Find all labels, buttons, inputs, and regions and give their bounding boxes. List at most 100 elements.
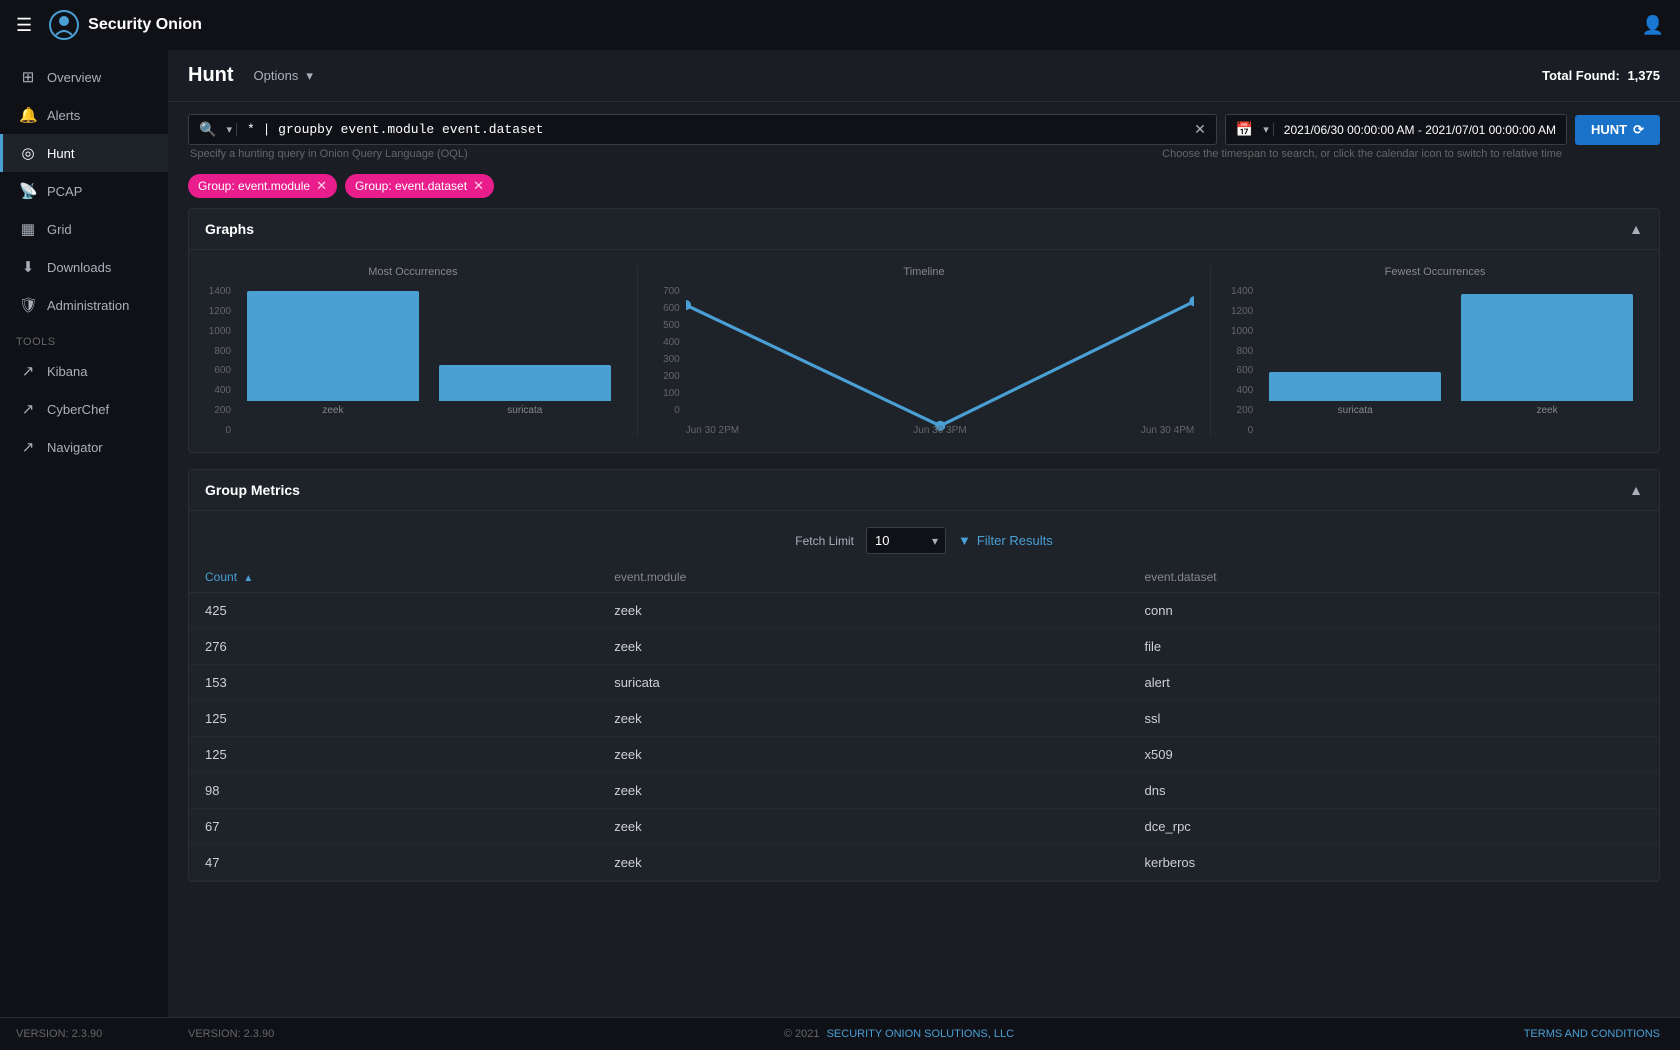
downloads-icon: ⬇ <box>19 258 37 276</box>
filter-tags: Group: event.module ✕ Group: event.datas… <box>168 168 1680 208</box>
total-found: Total Found: 1,375 <box>1542 68 1660 83</box>
bar-suricata-fill <box>439 365 611 401</box>
fetch-limit-select[interactable]: 10 25 50 100 <box>866 527 946 554</box>
cell-dataset-1: file <box>1129 629 1659 665</box>
navigator-icon: ↗ <box>19 438 37 456</box>
fewest-occurrences-graph: Fewest Occurrences 1400 1200 1000 800 60… <box>1227 266 1643 436</box>
graphs-collapse-icon[interactable]: ▲ <box>1629 221 1643 237</box>
date-hint: Choose the timespan to search, or click … <box>1162 148 1562 160</box>
fewest-occurrences-y-axis: 1400 1200 1000 800 600 400 200 0 <box>1227 286 1257 436</box>
sidebar-label-cyberchef: CyberChef <box>47 402 109 417</box>
cell-module-2: suricata <box>598 665 1128 701</box>
group-metrics-table: Count ▲ event.module event.dataset <box>189 562 1659 881</box>
sidebar-item-pcap[interactable]: 📡 PCAP <box>0 172 168 210</box>
user-icon[interactable]: 👤 <box>1642 15 1664 36</box>
sidebar: ⊞ Overview 🔔 Alerts ◎ Hunt 📡 PCAP ▦ Grid… <box>0 50 168 1050</box>
table-row[interactable]: 98 zeek dns <box>189 773 1659 809</box>
pcap-icon: 📡 <box>19 182 37 200</box>
hunt-button[interactable]: HUNT ⟳ <box>1575 115 1660 145</box>
filter-tag-event-dataset-remove[interactable]: ✕ <box>473 178 484 194</box>
fewest-occurrences-chart: 1400 1200 1000 800 600 400 200 0 <box>1227 286 1643 436</box>
sidebar-item-grid[interactable]: ▦ Grid <box>0 210 168 248</box>
topbar-left: ☰ Security Onion <box>16 9 202 41</box>
version-text: VERSION: 2.3.90 <box>16 1028 102 1040</box>
table-row[interactable]: 276 zeek file <box>189 629 1659 665</box>
cell-module-6: zeek <box>598 809 1128 845</box>
filter-tag-event-module-remove[interactable]: ✕ <box>316 178 327 194</box>
most-occurrences-y-axis: 1400 1200 1000 800 600 400 200 0 <box>205 286 235 436</box>
col-event-module[interactable]: event.module <box>598 562 1128 593</box>
sidebar-item-alerts[interactable]: 🔔 Alerts <box>0 96 168 134</box>
content-header: Hunt Options ▾ Total Found: 1,375 <box>168 50 1680 102</box>
sidebar-item-kibana[interactable]: ↗ Kibana <box>0 352 168 390</box>
graphs-section-header[interactable]: Graphs ▲ <box>189 209 1659 250</box>
sidebar-footer: VERSION: 2.3.90 <box>0 1017 168 1050</box>
table-row[interactable]: 425 zeek conn <box>189 593 1659 629</box>
sidebar-item-administration[interactable]: 🛡 Administration <box>0 286 168 324</box>
table-row[interactable]: 125 zeek ssl <box>189 701 1659 737</box>
sidebar-label-hunt: Hunt <box>47 146 74 161</box>
kibana-icon: ↗ <box>19 362 37 380</box>
sort-arrow-icon: ▲ <box>243 573 253 584</box>
sidebar-item-downloads[interactable]: ⬇ Downloads <box>0 248 168 286</box>
fetch-limit-label: Fetch Limit <box>795 534 854 548</box>
administration-icon: 🛡 <box>19 296 37 314</box>
hunt-icon: ◎ <box>19 144 37 162</box>
hunt-button-label: HUNT <box>1591 122 1627 137</box>
timeline-x-label-1: Jun 30 2PM <box>686 425 739 436</box>
group-metrics-collapse-icon[interactable]: ▲ <box>1629 482 1643 498</box>
bar-suricata: suricata <box>439 286 611 416</box>
overview-icon: ⊞ <box>19 68 37 86</box>
footer-terms[interactable]: TERMS AND CONDITIONS <box>1524 1028 1660 1040</box>
main-layout: ⊞ Overview 🔔 Alerts ◎ Hunt 📡 PCAP ▦ Grid… <box>0 50 1680 1050</box>
sidebar-item-navigator[interactable]: ↗ Navigator <box>0 428 168 466</box>
filter-icon: ▼ <box>958 533 971 548</box>
cell-count-1: 276 <box>189 629 598 665</box>
search-input[interactable] <box>247 122 1188 137</box>
bar-fewest-suricata-fill <box>1269 372 1441 401</box>
cell-dataset-7: kerberos <box>1129 845 1659 881</box>
most-occurrences-bars: zeek suricata <box>237 286 621 416</box>
search-row: 🔍 ▾ ✕ 📅 ▾ 2021/06/30 00:00:00 AM - 2021/… <box>188 114 1660 145</box>
sidebar-item-overview[interactable]: ⊞ Overview <box>0 58 168 96</box>
cell-dataset-6: dce_rpc <box>1129 809 1659 845</box>
content-area: Hunt Options ▾ Total Found: 1,375 🔍 ▾ ✕ <box>168 50 1680 1050</box>
group-metrics-panel: Group Metrics ▲ Fetch Limit 10 25 50 100 <box>188 469 1660 882</box>
footer-company-link[interactable]: SECURITY ONION SOLUTIONS, LLC <box>827 1028 1014 1040</box>
timeline-chart: 700 600 500 400 300 200 100 0 <box>654 286 1194 436</box>
filter-results-button[interactable]: ▼ Filter Results <box>958 533 1053 548</box>
table-row[interactable]: 153 suricata alert <box>189 665 1659 701</box>
graph-divider-2 <box>1210 266 1211 436</box>
filter-tag-event-module-label: Group: event.module <box>198 179 310 193</box>
filter-tag-event-module: Group: event.module ✕ <box>188 174 337 198</box>
sidebar-item-cyberchef[interactable]: ↗ CyberChef <box>0 390 168 428</box>
timeline-x-labels: Jun 30 2PM Jun 30 3PM Jun 30 4PM <box>686 425 1194 436</box>
table-row[interactable]: 125 zeek x509 <box>189 737 1659 773</box>
cell-dataset-5: dns <box>1129 773 1659 809</box>
cell-count-2: 153 <box>189 665 598 701</box>
menu-icon[interactable]: ☰ <box>16 15 32 36</box>
group-metrics-section-header[interactable]: Group Metrics ▲ <box>189 470 1659 511</box>
cell-dataset-4: x509 <box>1129 737 1659 773</box>
sidebar-item-hunt[interactable]: ◎ Hunt <box>0 134 168 172</box>
search-clear-icon[interactable]: ✕ <box>1194 121 1206 138</box>
fetch-limit-select-wrapper: 10 25 50 100 <box>866 527 946 554</box>
sidebar-nav: ⊞ Overview 🔔 Alerts ◎ Hunt 📡 PCAP ▦ Grid… <box>0 58 168 1017</box>
search-magnifier-icon: 🔍 <box>199 121 216 138</box>
options-dropdown[interactable]: Options ▾ <box>254 68 313 84</box>
cell-module-1: zeek <box>598 629 1128 665</box>
calendar-icon[interactable]: 📅 <box>1236 121 1253 138</box>
hints-right: Choose the timespan to search, or click … <box>1152 145 1562 160</box>
metrics-controls: Fetch Limit 10 25 50 100 ▼ Filter Result… <box>189 511 1659 562</box>
col-count[interactable]: Count ▲ <box>189 562 598 593</box>
col-event-dataset[interactable]: event.dataset <box>1129 562 1659 593</box>
hints-row: Specify a hunting query in Onion Query L… <box>188 145 1660 160</box>
search-type-dropdown[interactable]: ▾ <box>222 123 237 136</box>
cyberchef-icon: ↗ <box>19 400 37 418</box>
graphs-title: Graphs <box>205 221 254 237</box>
date-type-dropdown[interactable]: ▾ <box>1259 123 1274 136</box>
cell-count-7: 47 <box>189 845 598 881</box>
table-row[interactable]: 67 zeek dce_rpc <box>189 809 1659 845</box>
footer-center: © 2021 SECURITY ONION SOLUTIONS, LLC <box>784 1028 1014 1040</box>
table-row[interactable]: 47 zeek kerberos <box>189 845 1659 881</box>
